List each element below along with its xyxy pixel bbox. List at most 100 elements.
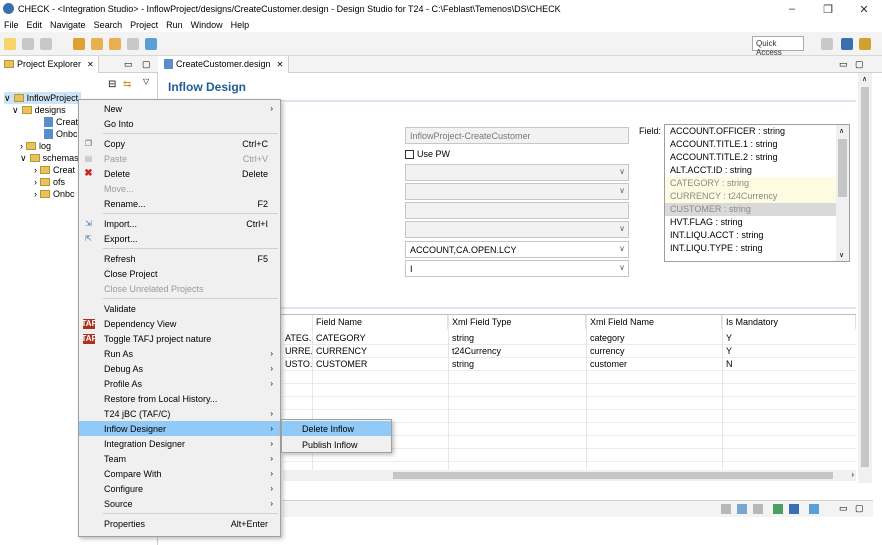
maximize-button[interactable]: ❐ — [810, 0, 846, 18]
menu-item-import[interactable]: ⇲ Import... Ctrl+I — [79, 216, 280, 231]
minimize-view-icon[interactable]: ▭ — [839, 503, 848, 514]
maximize-view-icon[interactable]: ▢ — [142, 59, 151, 70]
menu-project[interactable]: Project — [126, 20, 162, 30]
open-perspective-icon[interactable] — [145, 37, 157, 50]
menu-item-go-into[interactable]: Go Into — [79, 116, 280, 131]
menu-item-dependency-view[interactable]: TAF Dependency View — [79, 316, 280, 331]
menu-item-delete[interactable]: ✖ Delete Delete — [79, 166, 280, 181]
menu-item-t24-jbc[interactable]: T24 jBC (TAF/C) › — [79, 406, 280, 421]
design-perspective-icon[interactable] — [859, 38, 871, 50]
menu-item-validate[interactable]: Validate — [79, 301, 280, 316]
column-header-mandatory[interactable]: Is Mandatory — [722, 315, 856, 329]
menu-item-copy[interactable]: ❐ Copy Ctrl+C — [79, 136, 280, 151]
tree-item-file[interactable]: Onbc — [44, 128, 78, 140]
menu-window[interactable]: Window — [187, 20, 227, 30]
close-icon[interactable]: ✕ — [87, 60, 94, 69]
table-horizontal-scrollbar[interactable]: › — [283, 470, 856, 481]
list-scrollbar[interactable]: ∧ ∨ — [836, 125, 849, 261]
link-editor-icon[interactable]: ⇆ — [123, 79, 131, 90]
menu-item-restore-history[interactable]: Restore from Local History... — [79, 391, 280, 406]
menu-run[interactable]: Run — [162, 20, 187, 30]
tree-item-folder[interactable]: › Onbc — [34, 188, 75, 200]
menu-item-source[interactable]: Source › — [79, 496, 280, 511]
list-item[interactable]: ACCOUNT.OFFICER : string — [665, 125, 849, 138]
menu-item-refresh[interactable]: Refresh F5 — [79, 251, 280, 266]
menu-item-configure[interactable]: Configure › — [79, 481, 280, 496]
integration-perspective-icon[interactable] — [841, 38, 853, 50]
view-menu-icon[interactable]: ▽ — [143, 77, 149, 86]
toolbar-icon[interactable] — [789, 504, 799, 514]
menu-item-debug-as[interactable]: Debug As › — [79, 361, 280, 376]
back-icon[interactable] — [91, 37, 103, 50]
menu-item-profile-as[interactable]: Profile As › — [79, 376, 280, 391]
list-item[interactable]: CUSTOMER : string — [665, 203, 849, 216]
menu-item-rename[interactable]: Rename... F2 — [79, 196, 280, 211]
list-item[interactable]: HVT.FLAG : string — [665, 216, 849, 229]
list-item[interactable]: CURRENCY : t24Currency — [665, 190, 849, 203]
minimize-view-icon[interactable]: ▭ — [124, 59, 133, 70]
menu-item-delete-inflow[interactable]: Delete Inflow — [282, 421, 391, 436]
taf-icon: TAF — [81, 333, 97, 344]
use-pw-checkbox[interactable]: Use PW — [405, 149, 450, 159]
minimize-button[interactable]: – — [774, 0, 810, 18]
tree-item-project[interactable]: ∨ InflowProject — [4, 92, 82, 104]
tools-icon[interactable] — [73, 37, 85, 50]
toolbar-icon[interactable] — [737, 504, 747, 514]
collapse-all-icon[interactable]: ⊟ — [108, 79, 116, 90]
menu-item-integration-designer[interactable]: Integration Designer › — [79, 436, 280, 451]
field-list[interactable]: ACCOUNT.OFFICER : string ACCOUNT.TITLE.1… — [664, 124, 850, 262]
application-combo[interactable]: ACCOUNT,CA.OPEN.LCY ∨ — [405, 241, 629, 258]
toolbar-icon[interactable] — [721, 504, 731, 514]
toolbar-icon[interactable] — [753, 504, 763, 514]
close-button[interactable]: ✕ — [846, 0, 882, 18]
toolbar-icon[interactable] — [809, 504, 819, 514]
close-icon[interactable]: ✕ — [277, 60, 284, 69]
tree-item-file[interactable]: Creat — [44, 116, 78, 128]
menu-item-team[interactable]: Team › — [79, 451, 280, 466]
tree-item-folder[interactable]: › Creat — [34, 164, 75, 176]
menu-item-new[interactable]: New › — [79, 101, 280, 116]
menu-item-toggle-tafj[interactable]: TAF Toggle TAFJ project nature — [79, 331, 280, 346]
menu-item-properties[interactable]: Properties Alt+Enter — [79, 516, 280, 531]
menu-file[interactable]: File — [0, 20, 23, 30]
next-icon[interactable] — [127, 37, 139, 50]
perspective-icon[interactable] — [821, 38, 833, 50]
list-item[interactable]: INT.LIQU.TYPE : string — [665, 242, 849, 255]
tab-project-explorer[interactable]: Project Explorer ✕ — [0, 55, 99, 73]
menu-help[interactable]: Help — [227, 20, 254, 30]
editor-vertical-scrollbar[interactable]: ∧ — [858, 73, 872, 483]
minimize-view-icon[interactable]: ▭ — [839, 59, 848, 70]
tab-create-customer[interactable]: CreateCustomer.design ✕ — [159, 55, 290, 73]
list-item[interactable]: ACCOUNT.TITLE.1 : string — [665, 138, 849, 151]
column-header-xml-type[interactable]: Xml Field Type — [448, 315, 586, 329]
list-item[interactable]: ACCOUNT.TITLE.2 : string — [665, 151, 849, 164]
name-field[interactable]: InflowProject-CreateCustomer — [405, 127, 629, 144]
list-item[interactable]: CATEGORY : string — [665, 177, 849, 190]
list-item[interactable]: ALT.ACCT.ID : string — [665, 164, 849, 177]
function-combo[interactable]: I ∨ — [405, 260, 629, 277]
menu-item-close-project[interactable]: Close Project — [79, 266, 280, 281]
forward-icon[interactable] — [109, 37, 121, 50]
menu-item-run-as[interactable]: Run As › — [79, 346, 280, 361]
quick-access-field[interactable]: Quick Access — [752, 36, 804, 57]
save-all-icon[interactable] — [40, 37, 52, 50]
tree-item-log[interactable]: › log — [20, 140, 51, 152]
new-icon[interactable] — [4, 37, 16, 50]
menu-search[interactable]: Search — [90, 20, 127, 30]
save-icon[interactable] — [22, 37, 34, 50]
menu-item-export[interactable]: ⇱ Export... — [79, 231, 280, 246]
maximize-view-icon[interactable]: ▢ — [855, 59, 864, 70]
toolbar-icon[interactable] — [773, 504, 783, 514]
tree-item-schemas[interactable]: ∨ schemas — [20, 152, 79, 164]
maximize-view-icon[interactable]: ▢ — [855, 503, 864, 514]
menu-navigate[interactable]: Navigate — [46, 20, 90, 30]
list-item[interactable]: INT.LIQU.ACCT : string — [665, 229, 849, 242]
menu-item-publish-inflow[interactable]: Publish Inflow — [282, 437, 391, 452]
column-header-field-name[interactable]: Field Name — [312, 315, 448, 329]
menu-item-inflow-designer[interactable]: Inflow Designer › — [79, 421, 280, 436]
column-header-xml-name[interactable]: Xml Field Name — [586, 315, 722, 329]
tree-item-ofs[interactable]: › ofs — [34, 176, 65, 188]
tree-item-designs[interactable]: ∨ designs — [12, 104, 66, 116]
menu-item-compare-with[interactable]: Compare With › — [79, 466, 280, 481]
menu-edit[interactable]: Edit — [23, 20, 47, 30]
